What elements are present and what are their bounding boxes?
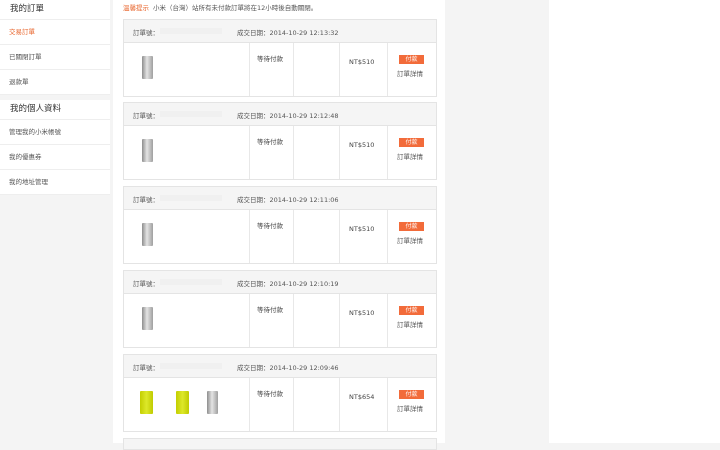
order-card: 訂單號： 成交日期：2014-10-29 12:10:19 等待付款 NT$51… [123, 270, 437, 348]
order-detail-link[interactable]: 訂單詳情 [397, 319, 423, 329]
order-card: 訂單號： 成交日期：2014-10-29 12:13:32 等待付款 NT$51… [123, 19, 437, 97]
order-products [124, 126, 250, 179]
order-detail-link[interactable]: 訂單詳情 [397, 151, 423, 161]
order-price: NT$510 [349, 58, 375, 66]
order-number-label: 訂單號： [133, 196, 159, 204]
power-bank-silver-icon[interactable] [207, 391, 218, 414]
order-products [124, 294, 250, 347]
order-date: 成交日期：2014-10-29 12:12:48 [237, 112, 339, 120]
order-status: 等待付款 [257, 390, 283, 398]
pay-button[interactable]: 付款 [399, 306, 424, 315]
order-price: NT$510 [349, 309, 375, 317]
order-date: 成交日期：2014-10-29 12:13:32 [237, 29, 339, 37]
order-detail-link[interactable]: 訂單詳情 [397, 235, 423, 245]
order-body: 等待付款 NT$510 付款 訂單詳情 [124, 126, 436, 179]
orders-panel: 溫馨提示 小米（台灣）站所有未付款訂單將在12小時後自動關閉。 訂單號： 成交日期… [113, 0, 445, 450]
order-products [124, 43, 250, 96]
right-blank-panel [549, 0, 720, 443]
pay-button[interactable]: 付款 [399, 222, 424, 231]
order-number-label: 訂單號： [133, 280, 159, 288]
power-bank-yellow-icon[interactable] [176, 391, 189, 414]
order-body: 等待付款 NT$654 付款 訂單詳情 [124, 378, 436, 431]
order-header: 訂單號： 成交日期：2014-10-29 12:09:46 [124, 355, 436, 378]
notice-tag: 溫馨提示 [123, 4, 149, 12]
power-bank-silver-icon[interactable] [142, 139, 153, 162]
sidebar-heading-profile: 我的個人資料 [0, 100, 110, 120]
order-price: NT$510 [349, 225, 375, 233]
sidebar-group-orders: 我的訂單 交易訂單 已關閉訂單 退款單 [0, 0, 110, 95]
order-header: 訂單號： 成交日期：2014-10-29 12:10:19 [124, 271, 436, 294]
order-header: 訂單號： 成交日期：2014-10-29 12:13:32 [124, 20, 436, 43]
order-price: NT$654 [349, 393, 375, 401]
order-detail-link[interactable]: 訂單詳情 [397, 403, 423, 413]
power-bank-yellow-icon[interactable] [140, 391, 153, 414]
sidebar-item-coupons[interactable]: 我的優惠券 [0, 145, 110, 170]
order-number-redacted [160, 195, 222, 201]
order-status: 等待付款 [257, 222, 283, 230]
pay-button[interactable]: 付款 [399, 390, 424, 399]
order-number-redacted [160, 111, 222, 117]
order-number-label: 訂單號： [133, 29, 159, 37]
notice-banner: 溫馨提示 小米（台灣）站所有未付款訂單將在12小時後自動關閉。 [123, 2, 317, 12]
order-header: 訂單號： 成交日期：2014-10-29 12:12:48 [124, 103, 436, 126]
order-number-label: 訂單號： [133, 364, 159, 372]
order-number-label: 訂單號： [133, 112, 159, 120]
order-number-redacted [160, 28, 222, 34]
power-bank-silver-icon[interactable] [142, 223, 153, 246]
order-number-redacted [160, 279, 222, 285]
sidebar-group-profile: 我的個人資料 管理我的小米帳號 我的優惠券 我的地址管理 [0, 100, 110, 195]
sidebar-item-manage-account[interactable]: 管理我的小米帳號 [0, 120, 110, 145]
order-price: NT$510 [349, 141, 375, 149]
order-products [124, 378, 250, 431]
sidebar-item-closed-orders[interactable]: 已關閉訂單 [0, 45, 110, 70]
sidebar-item-addresses[interactable]: 我的地址管理 [0, 170, 110, 195]
order-body: 等待付款 NT$510 付款 訂單詳情 [124, 294, 436, 347]
order-detail-link[interactable]: 訂單詳情 [397, 68, 423, 78]
order-date: 成交日期：2014-10-29 12:11:06 [237, 196, 339, 204]
order-card: 訂單號： 成交日期：2014-10-29 12:11:06 等待付款 NT$51… [123, 186, 437, 264]
order-products [124, 210, 250, 263]
order-date: 成交日期：2014-10-29 12:10:19 [237, 280, 339, 288]
pay-button[interactable]: 付款 [399, 55, 424, 64]
order-status: 等待付款 [257, 306, 283, 314]
order-number-redacted [160, 363, 222, 369]
order-date: 成交日期：2014-10-29 12:09:46 [237, 364, 339, 372]
sidebar: 我的訂單 交易訂單 已關閉訂單 退款單 我的個人資料 管理我的小米帳號 我的優惠… [0, 0, 110, 200]
notice-text: 小米（台灣）站所有未付款訂單將在12小時後自動關閉。 [153, 4, 318, 12]
order-card: 訂單號： 成交日期：2014-10-29 12:09:46 等待付款 NT$65… [123, 354, 437, 432]
order-body: 等待付款 NT$510 付款 訂單詳情 [124, 43, 436, 96]
order-card-partial [123, 438, 437, 450]
sidebar-item-refunds[interactable]: 退款單 [0, 70, 110, 95]
sidebar-heading-orders: 我的訂單 [0, 0, 110, 20]
order-header: 訂單號： 成交日期：2014-10-29 12:11:06 [124, 187, 436, 210]
power-bank-silver-icon[interactable] [142, 307, 153, 330]
order-card: 訂單號： 成交日期：2014-10-29 12:12:48 等待付款 NT$51… [123, 102, 437, 180]
order-body: 等待付款 NT$510 付款 訂單詳情 [124, 210, 436, 263]
order-status: 等待付款 [257, 55, 283, 63]
order-status: 等待付款 [257, 138, 283, 146]
pay-button[interactable]: 付款 [399, 138, 424, 147]
sidebar-item-transaction-orders[interactable]: 交易訂單 [0, 20, 110, 45]
power-bank-silver-icon[interactable] [142, 56, 153, 79]
